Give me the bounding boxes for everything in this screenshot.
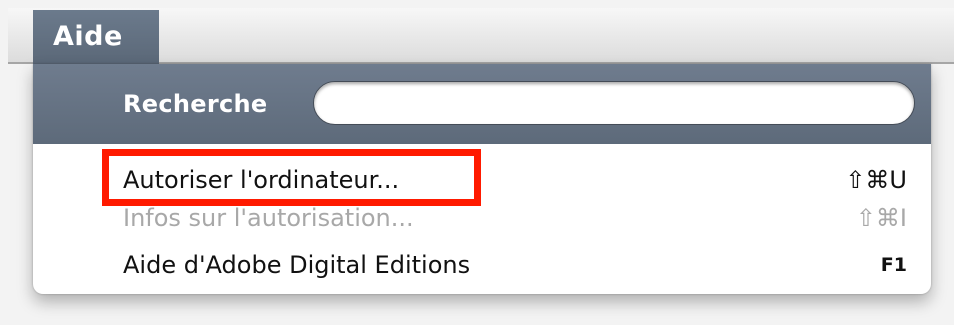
menu-item-adobe-digital-editions-help[interactable]: Aide d'Adobe Digital Editions F1 bbox=[33, 247, 931, 283]
search-label: Recherche bbox=[123, 90, 268, 118]
menu-item-label: Autoriser l'ordinateur... bbox=[123, 166, 400, 194]
search-input[interactable] bbox=[313, 81, 915, 125]
menu-item-shortcut: ⇧⌘I bbox=[855, 204, 907, 232]
menu-item-authorization-info: Infos sur l'autorisation... ⇧⌘I bbox=[33, 200, 931, 236]
menu-item-authorize-computer[interactable]: Autoriser l'ordinateur... ⇧⌘U bbox=[33, 162, 931, 198]
menu-item-label: Aide d'Adobe Digital Editions bbox=[123, 251, 471, 279]
menu-item-label: Infos sur l'autorisation... bbox=[123, 204, 414, 232]
menu-aide[interactable]: Aide bbox=[33, 10, 159, 64]
menu-item-shortcut: F1 bbox=[880, 254, 907, 276]
menu-item-shortcut: ⇧⌘U bbox=[845, 166, 907, 194]
help-dropdown-menu: Recherche Autoriser l'ordinateur... ⇧⌘U … bbox=[33, 64, 931, 294]
search-section: Recherche bbox=[33, 64, 931, 144]
